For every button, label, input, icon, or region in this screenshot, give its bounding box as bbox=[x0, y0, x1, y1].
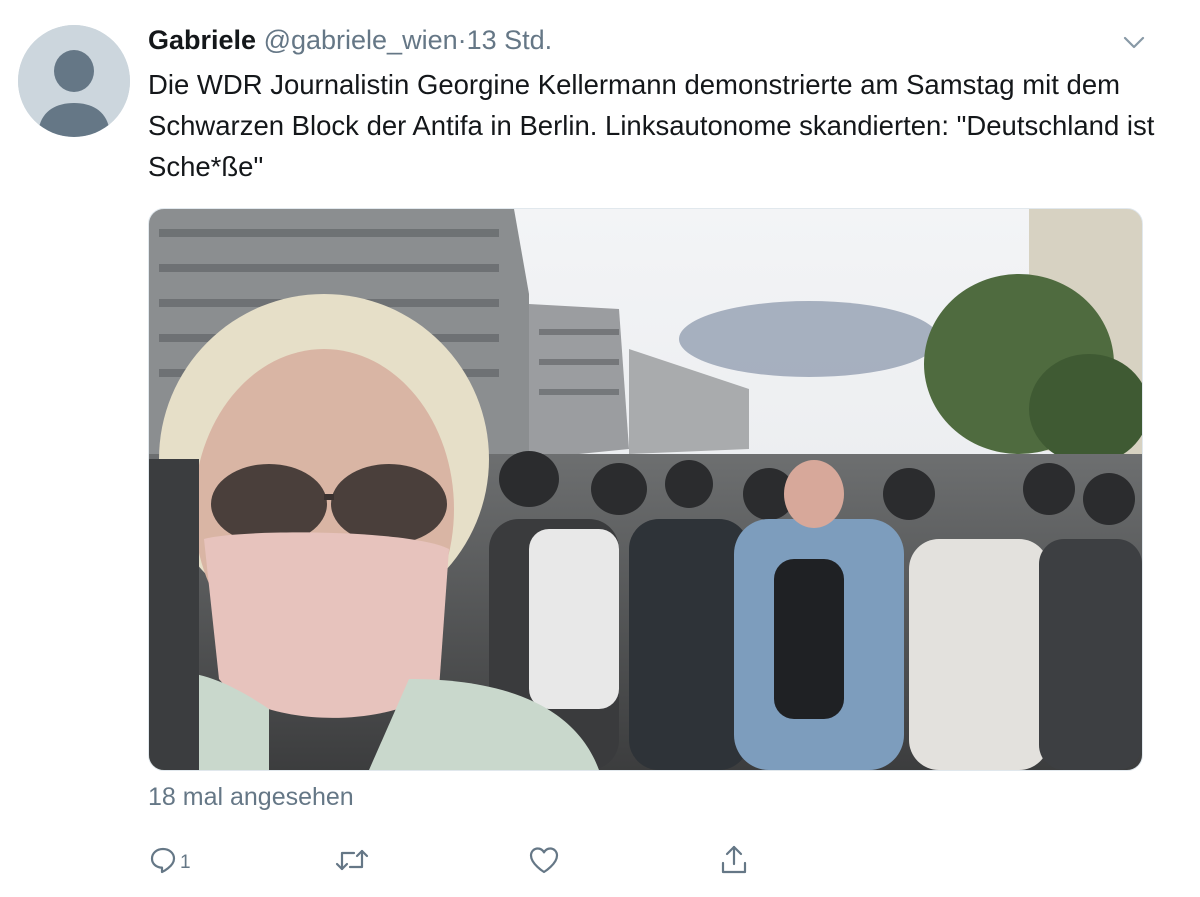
display-name[interactable]: Gabriele bbox=[148, 25, 256, 55]
user-handle[interactable]: @gabriele_wien bbox=[264, 25, 458, 55]
retweet-button[interactable] bbox=[334, 838, 370, 882]
share-icon bbox=[721, 845, 747, 874]
share-button[interactable] bbox=[719, 838, 749, 882]
default-avatar-icon bbox=[18, 25, 130, 137]
reply-icon bbox=[150, 847, 176, 874]
tweet-text: Die WDR Journalistin Georgine Kellermann… bbox=[148, 69, 1155, 182]
retweet-icon bbox=[335, 849, 369, 871]
chevron-down-icon bbox=[1123, 36, 1145, 49]
view-count: 18 mal angesehen bbox=[148, 783, 354, 811]
like-button[interactable] bbox=[528, 838, 560, 882]
video-thumbnail[interactable] bbox=[148, 208, 1143, 771]
tweet-menu-button[interactable] bbox=[1118, 26, 1150, 58]
tweet[interactable]: Gabriele @gabriele_wien·13 Std. Die WDR … bbox=[0, 0, 1200, 897]
tweet-timestamp[interactable]: 13 Std. bbox=[467, 25, 553, 55]
tweet-header: Gabriele @gabriele_wien·13 Std. bbox=[148, 22, 552, 58]
heart-icon bbox=[529, 847, 559, 874]
reply-button[interactable]: 1 bbox=[148, 838, 191, 882]
reply-count: 1 bbox=[180, 852, 191, 873]
avatar[interactable] bbox=[18, 25, 130, 137]
separator-dot: · bbox=[457, 25, 467, 55]
tweet-actions: 1 bbox=[148, 838, 848, 882]
video-frame-image bbox=[149, 209, 1142, 770]
